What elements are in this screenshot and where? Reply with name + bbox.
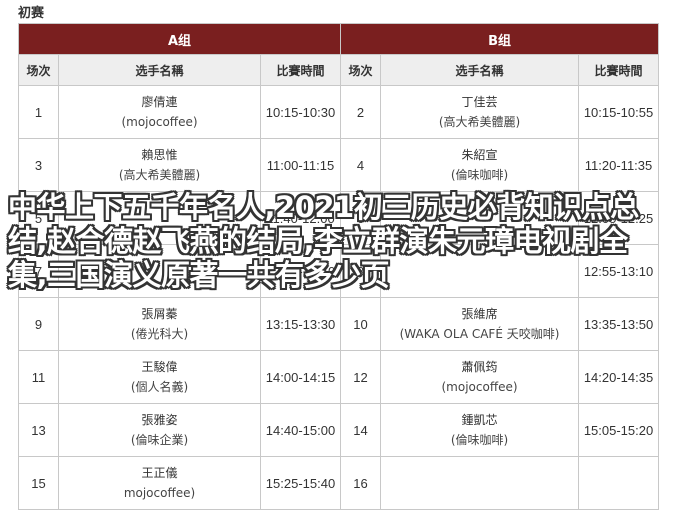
player-team: (mojocoffee) — [121, 115, 198, 129]
player-cell: 廖倩連 (mojocoffee) — [58, 85, 261, 139]
player-name: 張屑蓁 — [141, 307, 178, 321]
round-cell: 14 — [340, 403, 382, 457]
time-cell: 14:20-14:35 — [578, 350, 660, 404]
player-cell: 王正儀 mojocoffee) — [58, 456, 261, 510]
round-cell: 3 — [18, 138, 59, 192]
player-name: 張維席 — [461, 307, 498, 321]
time-cell — [578, 456, 660, 510]
group-a-header: A组 — [17, 23, 342, 55]
round-cell: 13 — [18, 403, 59, 457]
time-cell: 11:20-11:35 — [578, 138, 660, 192]
column-header-player: 选手名稱 — [380, 54, 580, 86]
player-name: 王駿偉 — [141, 360, 178, 374]
column-header-round: 场次 — [340, 54, 382, 86]
overlay-headline: 中华上下五千年名人,2021初三历史必背知识点总结,赵合德赵飞燕的结局,李立群演… — [8, 190, 639, 292]
round-cell: 11 — [18, 350, 59, 404]
player-team: (高大希美體麗) — [438, 115, 521, 129]
round-cell: 15 — [18, 456, 59, 510]
player-name: 蕭佩筠 — [461, 360, 498, 374]
player-name: 王正儀 — [141, 466, 178, 480]
time-cell: 14:40-15:00 — [259, 403, 342, 457]
table-row: 13 張雅姿 (倫味企業) 14:40-15:00 14 鍾凱芯 (倫味咖啡) 15… — [18, 403, 660, 457]
player-cell: 張雅姿 (倫味企業) — [58, 403, 261, 457]
player-name: 朱紹宣 — [461, 148, 498, 162]
player-team: (倫味企業) — [130, 433, 189, 447]
player-cell: 王駿偉 (個人名義) — [58, 350, 261, 404]
time-cell: 13:35-13:50 — [578, 297, 660, 351]
round-cell: 4 — [340, 138, 382, 192]
round-cell: 16 — [340, 456, 382, 510]
player-cell — [380, 456, 580, 510]
column-header-time: 比賽時間 — [578, 54, 660, 86]
player-cell: 張屑蓁 (倦光科大) — [58, 297, 261, 351]
player-cell: 朱紹宣 (倫味咖啡) — [380, 138, 580, 192]
time-cell: 10:15-10:55 — [578, 85, 660, 139]
round-cell: 10 — [340, 297, 382, 351]
player-team: (倫味咖啡) — [450, 433, 509, 447]
table-row: 9 張屑蓁 (倦光科大) 13:15-13:30 10 張維席 (WAKA OLA … — [18, 297, 660, 351]
player-team: (個人名義) — [130, 380, 189, 394]
player-name: 鍾凱芯 — [461, 413, 498, 427]
player-cell: 賴思惟 (高大希美體麗) — [58, 138, 261, 192]
time-cell: 14:00-14:15 — [259, 350, 342, 404]
round-cell: 9 — [18, 297, 59, 351]
player-team: (倫味咖啡) — [450, 168, 509, 182]
time-cell: 11:00-11:15 — [259, 138, 342, 192]
player-name: 丁佳芸 — [461, 95, 498, 109]
player-cell: 張維席 (WAKA OLA CAFÉ 夭咬咖啡) — [380, 297, 580, 351]
round-cell: 1 — [18, 85, 59, 139]
time-cell: 15:25-15:40 — [259, 456, 342, 510]
player-name: 賴思惟 — [141, 148, 178, 162]
player-name: 張雅姿 — [141, 413, 178, 427]
time-cell: 15:05-15:20 — [578, 403, 660, 457]
section-title: 初赛 — [18, 6, 45, 21]
table-row: 15 王正儀 mojocoffee) 15:25-15:40 16 — [18, 456, 660, 510]
column-header-time: 比賽時間 — [259, 54, 342, 86]
player-name: 廖倩連 — [141, 95, 178, 109]
player-cell: 鍾凱芯 (倫味咖啡) — [380, 403, 580, 457]
table-row: 3 賴思惟 (高大希美體麗) 11:00-11:15 4 朱紹宣 (倫味咖啡) 11… — [18, 138, 660, 192]
player-cell: 蕭佩筠 (mojocoffee) — [380, 350, 580, 404]
player-team: (WAKA OLA CAFÉ 夭咬咖啡) — [399, 327, 560, 341]
time-cell: 10:15-10:30 — [259, 85, 342, 139]
group-b-header: B组 — [340, 23, 660, 55]
table-row: 1 廖倩連 (mojocoffee) 10:15-10:30 2 丁佳芸 (高大希美… — [18, 85, 660, 139]
player-team: (高大希美體麗) — [118, 168, 201, 182]
column-header-round: 场次 — [18, 54, 59, 86]
player-team: (mojocoffee) — [441, 380, 518, 394]
table-row: 11 王駿偉 (個人名義) 14:00-14:15 12 蕭佩筠 (mojocoff… — [18, 350, 660, 404]
round-cell: 2 — [340, 85, 382, 139]
player-cell: 丁佳芸 (高大希美體麗) — [380, 85, 580, 139]
time-cell: 13:15-13:30 — [259, 297, 342, 351]
column-header-player: 选手名稱 — [58, 54, 261, 86]
round-cell: 12 — [340, 350, 382, 404]
player-team: mojocoffee) — [123, 486, 196, 500]
player-team: (倦光科大) — [130, 327, 189, 341]
